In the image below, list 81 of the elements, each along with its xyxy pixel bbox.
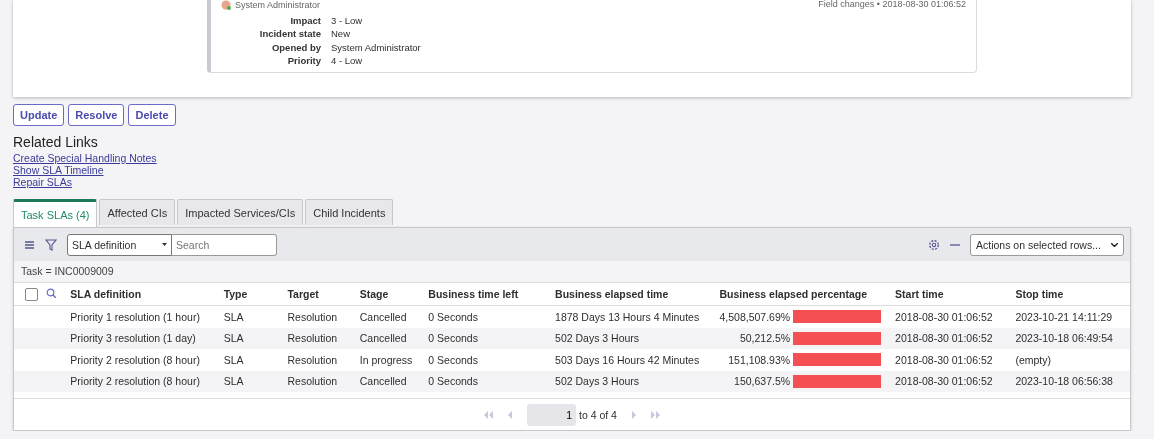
column-header[interactable]: Start time bbox=[895, 283, 1016, 306]
avatar-icon bbox=[221, 0, 231, 10]
action-button[interactable]: Resolve bbox=[68, 104, 125, 126]
page-range: to 4 of 4 bbox=[579, 408, 617, 421]
activity-meta: Field changes • 2018-08-30 01:06:52 bbox=[818, 0, 966, 10]
table-cell: 2018-08-30 01:06:52 bbox=[895, 370, 1016, 392]
table-cell: Resolution bbox=[287, 305, 360, 328]
table-cell: 2023-10-18 06:49:54 bbox=[1015, 327, 1130, 349]
table-cell: Priority 1 resolution (1 hour) bbox=[70, 305, 224, 328]
column-header[interactable]: Stage bbox=[359, 283, 429, 306]
table-cell: Priority 2 resolution (8 hour) bbox=[70, 349, 224, 371]
settings-icon[interactable] bbox=[928, 238, 940, 251]
field-dropdown[interactable]: SLA definition bbox=[67, 233, 172, 256]
tab[interactable]: Task SLAs (4) bbox=[13, 199, 98, 227]
related-link[interactable]: Show SLA Timeline bbox=[13, 164, 104, 176]
column-header[interactable]: Type bbox=[223, 283, 288, 306]
page-input[interactable]: 1 bbox=[527, 403, 576, 426]
table-cell: In progress bbox=[359, 349, 429, 371]
table-cell: SLA bbox=[223, 327, 288, 349]
table-cell: Resolution bbox=[287, 327, 360, 349]
search-field[interactable]: Search bbox=[172, 233, 277, 256]
action-button[interactable]: Update bbox=[13, 104, 65, 126]
table-cell: 2018-08-30 01:06:52 bbox=[895, 349, 1016, 371]
field-label: Priority bbox=[286, 53, 321, 68]
table-cell: SLA bbox=[223, 305, 288, 328]
filter-icon[interactable] bbox=[45, 238, 57, 251]
menu-icon[interactable] bbox=[24, 238, 35, 251]
actions-dropdown[interactable]: Actions on selected rows... bbox=[970, 233, 1124, 256]
tab[interactable]: Impacted Services/CIs bbox=[177, 199, 304, 225]
field-value: New bbox=[331, 27, 351, 41]
column-header[interactable]: SLA definition bbox=[70, 283, 224, 306]
table-cell: SLA bbox=[223, 349, 288, 371]
table-cell: 50,212.5% bbox=[739, 332, 791, 345]
minimize-icon[interactable] bbox=[950, 243, 960, 246]
table-cell: 502 Days 3 Hours bbox=[555, 327, 720, 349]
table-cell: 0 Seconds bbox=[428, 349, 556, 371]
search-icon[interactable] bbox=[45, 288, 56, 298]
table-cell: Resolution bbox=[287, 370, 360, 392]
table-cell: 0 Seconds bbox=[428, 327, 556, 349]
table-cell: Cancelled bbox=[359, 305, 429, 328]
column-header[interactable]: Business elapsed percentage bbox=[719, 283, 896, 306]
table-cell: Priority 2 resolution (8 hour) bbox=[70, 370, 224, 392]
column-header[interactable]: Stop time bbox=[1015, 283, 1130, 306]
section-heading: Related Links bbox=[13, 134, 98, 150]
table-cell: 2018-08-30 01:06:52 bbox=[895, 327, 1016, 349]
field-label: Impact bbox=[289, 14, 321, 28]
table-cell: 2018-08-30 01:06:52 bbox=[895, 305, 1016, 328]
table-cell: 2023-10-18 06:56:38 bbox=[1015, 370, 1130, 392]
filter-breadcrumb[interactable]: Task = INC0009009 bbox=[14, 261, 1130, 283]
table-cell: 150,637.5% bbox=[734, 375, 791, 388]
field-label: Incident state bbox=[258, 27, 321, 41]
table-cell: 4,508,507.69% bbox=[719, 310, 791, 323]
table-cell: Cancelled bbox=[359, 370, 429, 392]
select-all-checkbox[interactable] bbox=[25, 287, 38, 301]
table-cell: 1878 Days 13 Hours 4 Minutes bbox=[555, 305, 720, 328]
table-cell: 502 Days 3 Hours bbox=[555, 370, 720, 392]
table-cell: 151,108.93% bbox=[728, 353, 791, 366]
table-cell: SLA bbox=[223, 370, 288, 392]
tab[interactable]: Child Incidents bbox=[305, 199, 394, 225]
chevron-icon bbox=[1111, 242, 1118, 247]
related-link[interactable]: Create Special Handling Notes bbox=[13, 152, 157, 164]
table-cell: Resolution bbox=[287, 349, 360, 371]
field-label: Opened by bbox=[270, 40, 321, 54]
author-name: System Administrator bbox=[235, 0, 321, 10]
table-cell: (empty) bbox=[1015, 349, 1130, 371]
related-link[interactable]: Repair SLAs bbox=[13, 176, 72, 188]
table-cell: 0 Seconds bbox=[428, 305, 556, 328]
action-button[interactable]: Delete bbox=[128, 104, 176, 126]
field-value: 4 - Low bbox=[331, 53, 364, 68]
tab[interactable]: Affected CIs bbox=[99, 199, 176, 225]
column-header[interactable]: Target bbox=[287, 283, 360, 306]
table-cell: 503 Days 16 Hours 42 Minutes bbox=[555, 349, 720, 371]
caret-icon bbox=[162, 243, 167, 246]
table-cell: Priority 3 resolution (1 day) bbox=[70, 327, 224, 349]
column-header[interactable]: Business time left bbox=[428, 283, 556, 306]
table-cell: 0 Seconds bbox=[428, 370, 556, 392]
field-value: 3 - Low bbox=[331, 14, 364, 28]
table-cell: 2023-10-21 14:11:29 bbox=[1015, 305, 1130, 328]
field-value: System Administrator bbox=[331, 40, 422, 54]
column-header[interactable]: Business elapsed time bbox=[555, 283, 720, 306]
table-cell: Cancelled bbox=[359, 327, 429, 349]
